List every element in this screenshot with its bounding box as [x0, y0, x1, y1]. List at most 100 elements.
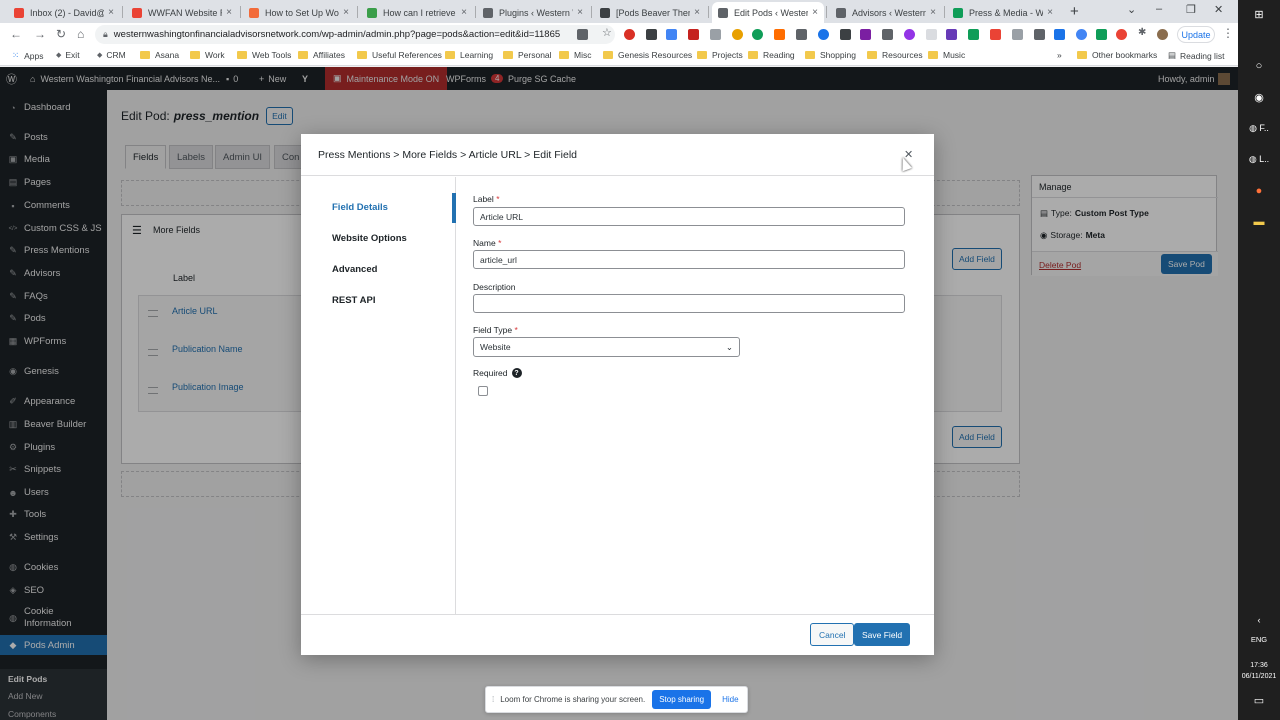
hide-button[interactable]: Hide [722, 695, 738, 704]
menu-icon[interactable]: ⋮ [1222, 26, 1234, 40]
nav-website-options[interactable]: Website Options [332, 233, 407, 244]
extension-icon[interactable] [1076, 29, 1087, 40]
extension-icon[interactable] [688, 29, 699, 40]
extension-icon[interactable] [732, 29, 743, 40]
update-button[interactable]: Update [1177, 26, 1215, 43]
field-type-select[interactable]: Website ⌄ [473, 337, 740, 357]
other-bookmarks[interactable]: Other bookmarks [1077, 50, 1157, 60]
nav-field-details[interactable]: Field Details [332, 202, 388, 213]
extension-icon[interactable] [818, 29, 829, 40]
extension-icon[interactable] [1034, 29, 1045, 40]
save-field-button[interactable]: Save Field [854, 623, 911, 646]
nav-advanced[interactable]: Advanced [332, 264, 377, 275]
tray-chevron-icon[interactable]: ‹ [1238, 615, 1280, 625]
bookmarks-more-icon[interactable]: » [1057, 50, 1062, 60]
bookmark-misc[interactable]: Misc [559, 50, 591, 60]
extension-icon[interactable] [1116, 29, 1127, 40]
extension-icon[interactable] [1054, 29, 1065, 40]
browser-tab[interactable]: How can I retrieve th × [361, 2, 473, 23]
extension-icon[interactable] [926, 29, 937, 40]
firefox-icon[interactable]: ● [1238, 185, 1280, 197]
tab-close-icon[interactable]: × [226, 7, 232, 18]
tab-close-icon[interactable]: × [930, 7, 936, 18]
bookmark-personal[interactable]: Personal [503, 50, 552, 60]
extension-icon[interactable] [1096, 29, 1107, 40]
tab-close-icon[interactable]: × [108, 7, 114, 18]
file-explorer-icon[interactable]: ▬ [1238, 216, 1280, 228]
extension-icon[interactable] [904, 29, 915, 40]
notification-icon[interactable]: ▭ [1238, 694, 1280, 707]
browser-tab[interactable]: [Pods Beaver Theme × [594, 2, 706, 23]
cancel-button[interactable]: Cancel [810, 623, 855, 646]
bookmark-resources[interactable]: Resources [867, 50, 923, 60]
tab-close-icon[interactable]: × [343, 7, 349, 18]
label-input[interactable]: Article URL [473, 207, 905, 226]
forward-icon[interactable]: → [34, 27, 46, 41]
extension-icon[interactable] [968, 29, 979, 40]
browser-tab[interactable]: Advisors ‹ Western W× [830, 2, 942, 23]
clock-time[interactable]: 17:36 [1238, 662, 1280, 669]
extension-icon[interactable] [774, 29, 785, 40]
bookmark-crm[interactable]: ◆ CRM [97, 50, 126, 60]
bookmark-useful-references[interactable]: Useful References [357, 50, 442, 60]
extension-icon[interactable] [796, 29, 807, 40]
bookmark-asana[interactable]: Asana [140, 50, 179, 60]
extension-icon[interactable] [860, 29, 871, 40]
extension-icon[interactable] [666, 29, 677, 40]
bookmark-genesis-resources[interactable]: Genesis Resources [603, 50, 692, 60]
browser-tab[interactable]: Press & Media - Wes× [947, 2, 1059, 23]
address-bar[interactable]: 🔒︎ westernwashingtonfinancialadvisorsnet… [95, 25, 615, 44]
star-icon[interactable]: ☆ [602, 26, 613, 39]
minimize-icon[interactable]: – [1156, 3, 1162, 15]
home-icon[interactable]: ⌂ [77, 27, 84, 41]
back-icon[interactable]: ← [10, 27, 22, 41]
close-window-icon[interactable]: ✕ [1214, 3, 1223, 16]
extension-icon[interactable] [946, 29, 957, 40]
bookmark-learning[interactable]: Learning [445, 50, 493, 60]
bookmark-work[interactable]: Work [190, 50, 225, 60]
browser-tab[interactable]: Plugins ‹ Western W × [477, 2, 589, 23]
cast-icon[interactable] [577, 29, 588, 40]
extension-icon[interactable] [624, 29, 635, 40]
required-checkbox[interactable] [478, 386, 488, 396]
bookmark-apps[interactable]: ⁙ Apps [12, 50, 44, 61]
tab-close-icon[interactable]: × [694, 7, 700, 18]
browser-tab[interactable]: Inbox (2) - David@p × [8, 2, 120, 23]
extension-icon[interactable] [710, 29, 721, 40]
edge-icon[interactable]: ◉ [1238, 91, 1280, 104]
new-tab-button[interactable]: + [1070, 3, 1079, 20]
tab-close-icon[interactable]: × [461, 7, 467, 18]
browser-tab[interactable]: How to Set Up Word × [243, 2, 355, 23]
reload-icon[interactable]: ↻ [56, 27, 66, 41]
bookmark-web-tools[interactable]: Web Tools [237, 50, 291, 60]
tab-close-icon[interactable]: × [1047, 7, 1053, 18]
extension-icon[interactable] [840, 29, 851, 40]
nav-rest-api[interactable]: REST API [332, 295, 375, 306]
help-icon[interactable]: ? [511, 368, 522, 378]
extension-icon[interactable] [646, 29, 657, 40]
bookmark-shopping[interactable]: Shopping [805, 50, 856, 60]
profile-avatar[interactable] [1157, 29, 1168, 40]
tab-close-icon[interactable]: × [812, 7, 818, 18]
stop-sharing-button[interactable]: Stop sharing [652, 690, 712, 709]
extension-icon[interactable] [1012, 29, 1023, 40]
browser-tab[interactable]: Edit Pods ‹ Western W× [712, 2, 824, 23]
extension-icon[interactable] [990, 29, 1001, 40]
puzzle-icon[interactable]: ✱ [1138, 27, 1149, 38]
cortana-icon[interactable]: ○ [1238, 60, 1280, 72]
chrome-app-icon[interactable]: ◍ L.. [1238, 154, 1280, 165]
chrome-app-icon[interactable]: ◍ F.. [1238, 123, 1280, 134]
restore-icon[interactable]: ❐ [1186, 3, 1196, 16]
tab-search-icon[interactable]: ⌄ [1127, 3, 1136, 16]
browser-tab[interactable]: WWFAN Website Re × [126, 2, 238, 23]
windows-start-icon[interactable]: ⊞ [1238, 8, 1280, 21]
tab-close-icon[interactable]: × [577, 7, 583, 18]
language-indicator[interactable]: ENG [1238, 635, 1280, 644]
description-input[interactable] [473, 294, 905, 313]
extension-icon[interactable] [882, 29, 893, 40]
name-input[interactable]: article_url [473, 250, 905, 269]
bookmark-exit[interactable]: ◆ Exit [56, 50, 80, 60]
bookmark-reading[interactable]: Reading [748, 50, 795, 60]
bookmark-projects[interactable]: Projects [697, 50, 743, 60]
bookmark-music[interactable]: Music [928, 50, 965, 60]
